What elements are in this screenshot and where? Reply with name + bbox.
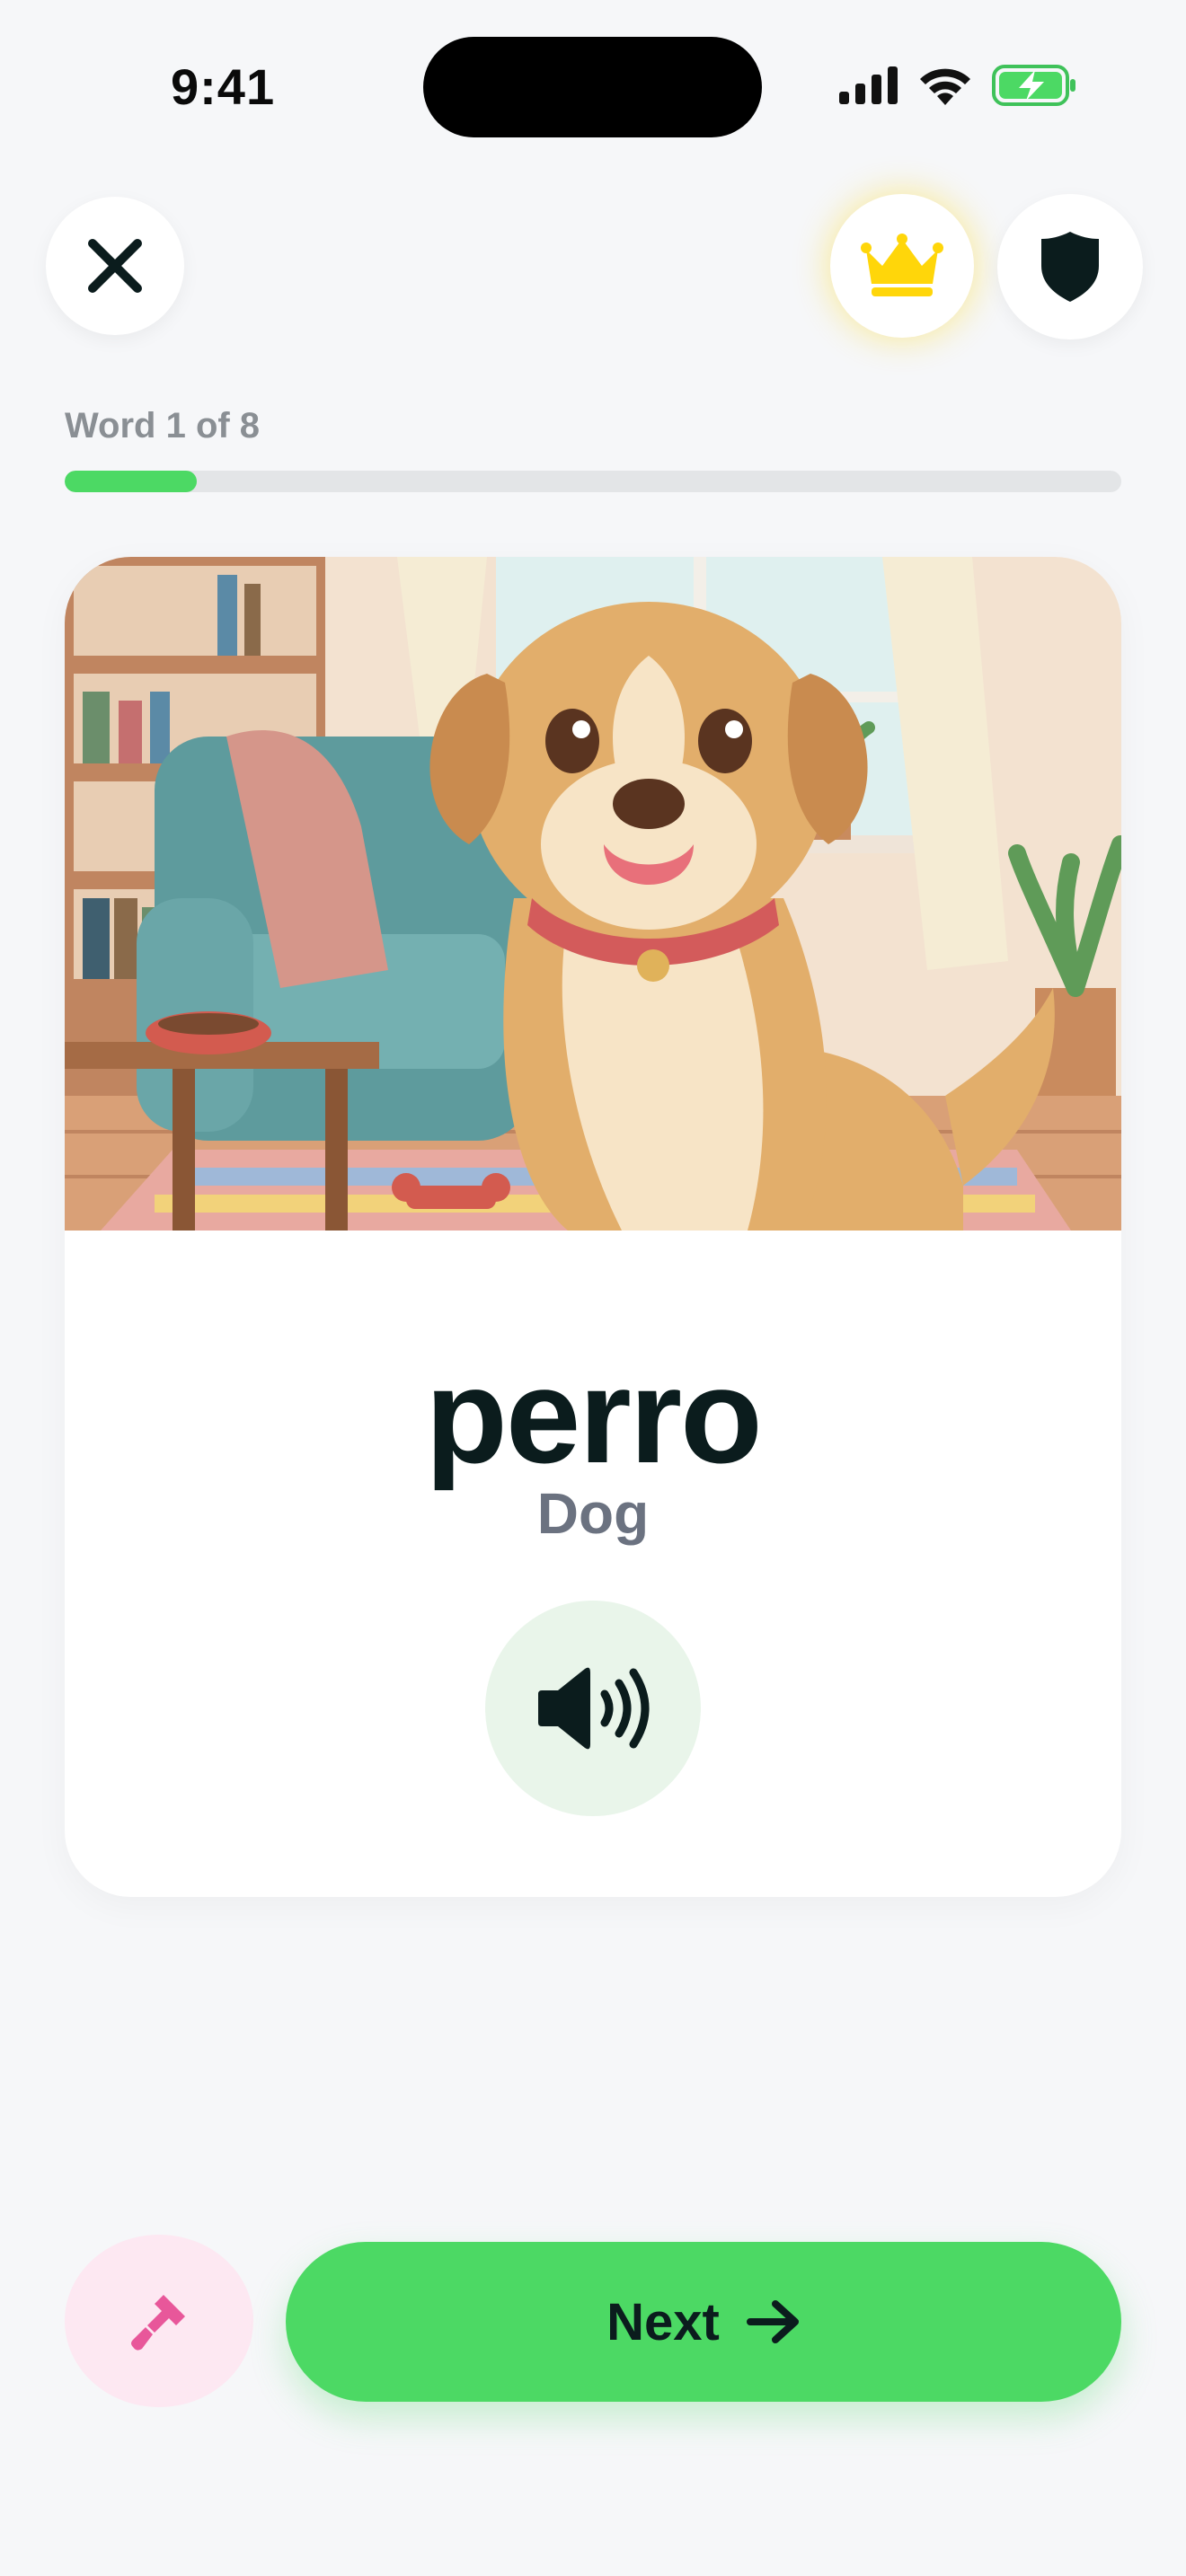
speaker-icon <box>538 1667 650 1750</box>
hint-button[interactable] <box>65 2235 253 2407</box>
flashcard: perro Dog <box>65 557 1121 1897</box>
crown-icon <box>861 234 943 296</box>
next-button-label: Next <box>606 2292 720 2351</box>
status-time: 9:41 <box>171 58 276 115</box>
paintbrush-icon <box>131 2295 185 2351</box>
play-audio-button[interactable] <box>485 1601 701 1816</box>
shield-button[interactable] <box>997 194 1143 340</box>
progress-fill <box>65 471 197 492</box>
word-translation: Dog <box>536 1481 650 1546</box>
vocabulary-word: perro <box>425 1340 762 1491</box>
next-button[interactable]: Next <box>286 2242 1121 2402</box>
shield-icon <box>1041 232 1099 302</box>
cellular-signal-icon <box>839 66 898 104</box>
close-icon <box>88 239 142 293</box>
arrow-right-icon <box>746 2300 799 2343</box>
progress-label: Word 1 of 8 <box>65 406 261 446</box>
status-icons <box>839 65 1076 106</box>
premium-button[interactable] <box>830 194 974 338</box>
dynamic-island <box>423 37 762 137</box>
dog-illustration <box>65 557 1121 1231</box>
battery-charging-icon <box>992 65 1075 106</box>
wifi-icon <box>920 68 970 105</box>
progress-bar <box>65 471 1121 492</box>
close-button[interactable] <box>46 197 184 335</box>
